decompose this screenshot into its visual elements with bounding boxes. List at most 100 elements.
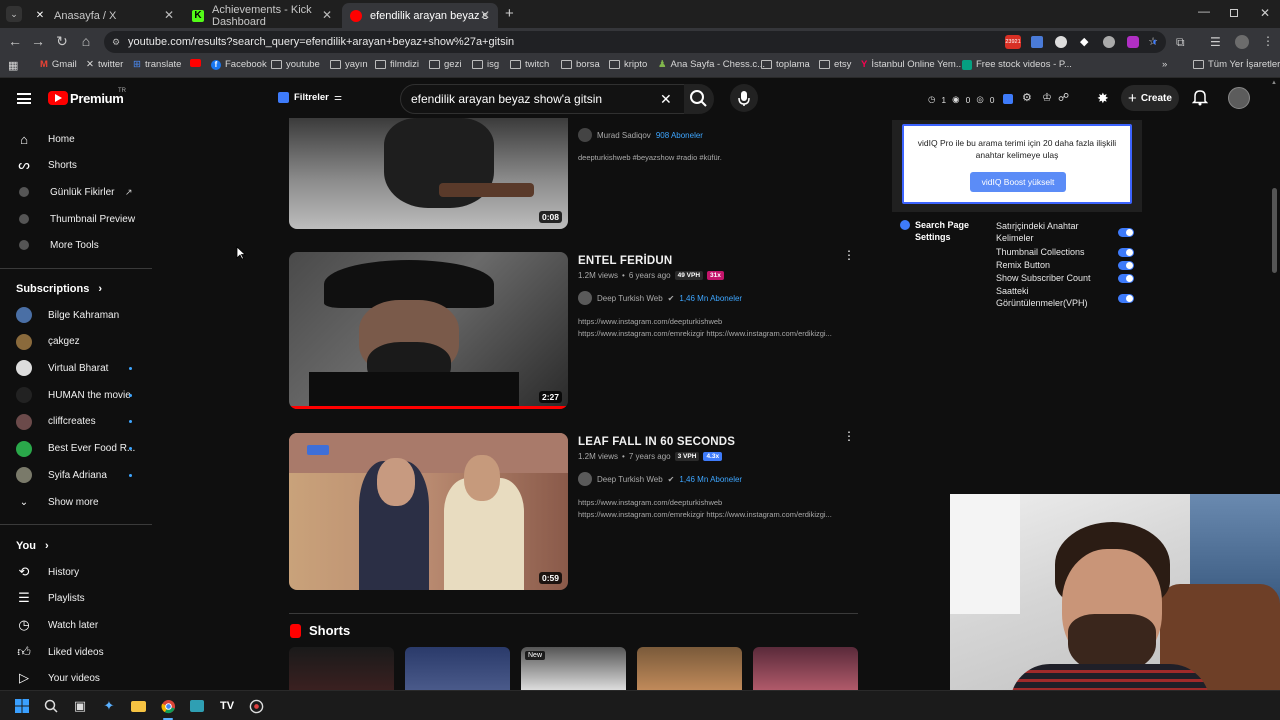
task-view-icon[interactable]: ▣ <box>70 696 90 716</box>
setting-thumbnail-collections-toggle[interactable] <box>1118 248 1134 257</box>
bookmark-twitter[interactable]: ✕ twitter <box>86 59 123 70</box>
tab-list-dropdown-icon[interactable]: ⌄ <box>6 6 22 22</box>
extension-icon-4[interactable] <box>1103 36 1115 48</box>
browser-menu-icon[interactable]: ⋮ <box>1262 34 1274 48</box>
minimize-window-icon[interactable]: — <box>1198 4 1210 18</box>
short-thumbnail[interactable] <box>405 647 510 690</box>
sidebar-item-your-videos[interactable]: ▷ Your videos <box>0 665 155 691</box>
video-title[interactable]: LEAF FALL IN 60 SECONDS <box>578 436 735 448</box>
extension-notification-badge[interactable]: 23921 <box>1005 35 1021 49</box>
setting-inline-keywords-toggle[interactable] <box>1118 228 1134 237</box>
guide-menu-icon[interactable] <box>17 93 31 104</box>
sidebar-item-gunluk-fikirler[interactable]: Günlük Fikirler ↗ <box>0 179 155 205</box>
extension-icon-6[interactable]: ◖ <box>1151 36 1163 48</box>
channel-info[interactable]: Deep Turkish Web ✔ 1,46 Mn Aboneler <box>578 472 742 486</box>
bookmark-folder-twitch[interactable]: twitch <box>510 59 549 70</box>
subscription-item[interactable]: çakgez <box>0 329 155 355</box>
bookmark-folder-kripto[interactable]: kripto <box>609 59 647 70</box>
bookmark-folder-youtube[interactable]: youtube <box>271 59 320 70</box>
setting-remix-button-toggle[interactable] <box>1118 261 1134 270</box>
vidiq-settings-icon[interactable]: ⚙ <box>1022 91 1032 104</box>
page-scrollbar-thumb[interactable] <box>1272 188 1277 273</box>
voice-search-button[interactable] <box>730 84 758 112</box>
sidebar-item-shorts[interactable]: ᔕ Shorts <box>0 152 155 178</box>
close-tab-icon[interactable]: ✕ <box>480 8 490 22</box>
subscription-item[interactable]: Best Ever Food R... <box>0 436 155 462</box>
vidiq-trophy-icon[interactable]: ♔ <box>1042 91 1052 104</box>
bookmark-gmail[interactable]: M Gmail <box>40 59 77 70</box>
copilot-icon[interactable]: ✦ <box>99 696 119 716</box>
extension-icon-2[interactable] <box>1055 36 1067 48</box>
short-thumbnail[interactable] <box>637 647 742 690</box>
subscriptions-heading[interactable]: Subscriptions › <box>16 283 102 295</box>
bookmark-chess[interactable]: ♟ Ana Sayfa - Chess.c... <box>658 59 765 70</box>
chrome-icon[interactable] <box>158 696 178 716</box>
obs-recording-icon[interactable] <box>246 696 266 716</box>
close-window-icon[interactable]: ✕ <box>1260 6 1270 20</box>
video-thumbnail[interactable]: 2:27 <box>289 252 568 409</box>
apps-grid-icon[interactable]: ▦ <box>8 59 18 72</box>
site-info-icon[interactable]: ⚙ <box>112 31 120 53</box>
notifications-bell-icon[interactable] <box>1191 88 1209 111</box>
new-tab-icon[interactable]: + <box>505 5 514 22</box>
file-explorer-icon[interactable] <box>128 696 148 716</box>
you-heading[interactable]: You › <box>16 540 49 552</box>
short-thumbnail[interactable] <box>289 647 394 690</box>
home-icon[interactable]: ⌂ <box>77 33 95 49</box>
windows-start-icon[interactable] <box>12 696 32 716</box>
subscription-item[interactable]: Virtual Bharat <box>0 355 155 381</box>
sidebar-item-more-tools[interactable]: More Tools <box>0 232 155 258</box>
bookmark-folder-gezi[interactable]: gezi <box>429 59 461 70</box>
bookmark-translate[interactable]: ⊞ translate <box>133 59 181 70</box>
bookmark-folder-etsy[interactable]: etsy <box>819 59 851 70</box>
subscription-item[interactable]: cliffcreates <box>0 409 155 435</box>
video-thumbnail[interactable]: 0:08 <box>289 118 568 229</box>
sidebar-item-thumbnail-preview[interactable]: Thumbnail Preview <box>0 206 155 232</box>
bookmark-folder-filmdizi[interactable]: filmdizi <box>375 59 419 70</box>
back-icon[interactable]: ← <box>6 33 24 49</box>
more-actions-icon[interactable]: ⋮ <box>843 430 855 442</box>
show-more-button[interactable]: ⌄ Show more <box>0 489 155 515</box>
sidebar-item-watch-later[interactable]: ◷ Watch later <box>0 612 155 638</box>
media-controls-icon[interactable]: ☰ <box>1210 35 1221 49</box>
bookmark-facebook[interactable]: f Facebook <box>211 59 267 70</box>
tradingview-icon[interactable]: TV <box>217 696 237 716</box>
app-icon-teal[interactable] <box>187 696 207 716</box>
sidebar-item-history[interactable]: ⟲ History <box>0 559 155 585</box>
page-scrollbar-up-icon[interactable]: ▲ <box>1271 80 1277 86</box>
bookmark-folder-toplama[interactable]: toplama <box>761 59 810 70</box>
close-tab-icon[interactable]: ✕ <box>164 8 174 22</box>
sponsor-heart-icon[interactable]: ✸ <box>1097 90 1109 107</box>
search-button[interactable] <box>684 84 714 114</box>
profile-avatar[interactable] <box>1235 35 1249 49</box>
bookmark-folder-yayin[interactable]: yayın <box>330 59 368 70</box>
subscription-item[interactable]: Syifa Adriana <box>0 462 155 488</box>
vidiq-extension-icon[interactable] <box>1003 94 1013 104</box>
browser-tab-x[interactable]: ✕ Anasayfa / X ✕ <box>26 3 182 28</box>
setting-subscriber-count-toggle[interactable] <box>1118 274 1134 283</box>
clear-search-icon[interactable]: ✕ <box>660 91 672 108</box>
vidiq-boost-upgrade-button[interactable]: vidIQ Boost yükselt <box>970 172 1066 192</box>
short-thumbnail[interactable] <box>753 647 858 690</box>
subscription-item[interactable]: HUMAN the movie <box>0 382 155 408</box>
sidebar-item-playlists[interactable]: ☰ Playlists <box>0 585 155 611</box>
restore-window-icon[interactable] <box>1230 9 1238 17</box>
close-tab-icon[interactable]: ✕ <box>322 8 332 22</box>
account-avatar[interactable] <box>1228 87 1250 109</box>
short-thumbnail[interactable]: New <box>521 647 626 690</box>
extension-icon-5[interactable] <box>1127 36 1139 48</box>
forward-icon[interactable]: → <box>29 33 47 49</box>
video-thumbnail[interactable]: 0:59 <box>289 433 568 590</box>
subscription-item[interactable]: Bilge Kahraman <box>0 302 155 328</box>
bookmarks-overflow-icon[interactable]: » <box>1162 59 1167 70</box>
search-input[interactable]: efendilik arayan beyaz show'a gitsin <box>400 84 685 114</box>
vidiq-chart-icon[interactable]: ☍ <box>1058 91 1069 104</box>
channel-info[interactable]: Deep Turkish Web ✔ 1,46 Mn Aboneler <box>578 291 742 305</box>
taskbar-search-icon[interactable] <box>41 696 61 716</box>
vidiq-filters-button[interactable]: Filtreler ⚌ <box>278 92 342 103</box>
sidebar-item-liked-videos[interactable]: 👍︎ Liked videos <box>0 639 155 665</box>
extension-icon-3[interactable]: ◆ <box>1080 36 1092 48</box>
extension-icon-1[interactable] <box>1031 36 1043 48</box>
browser-tab-youtube[interactable]: efendilik arayan beyaz show'a g ✕ <box>342 3 498 28</box>
create-button[interactable]: + Create <box>1121 85 1179 111</box>
